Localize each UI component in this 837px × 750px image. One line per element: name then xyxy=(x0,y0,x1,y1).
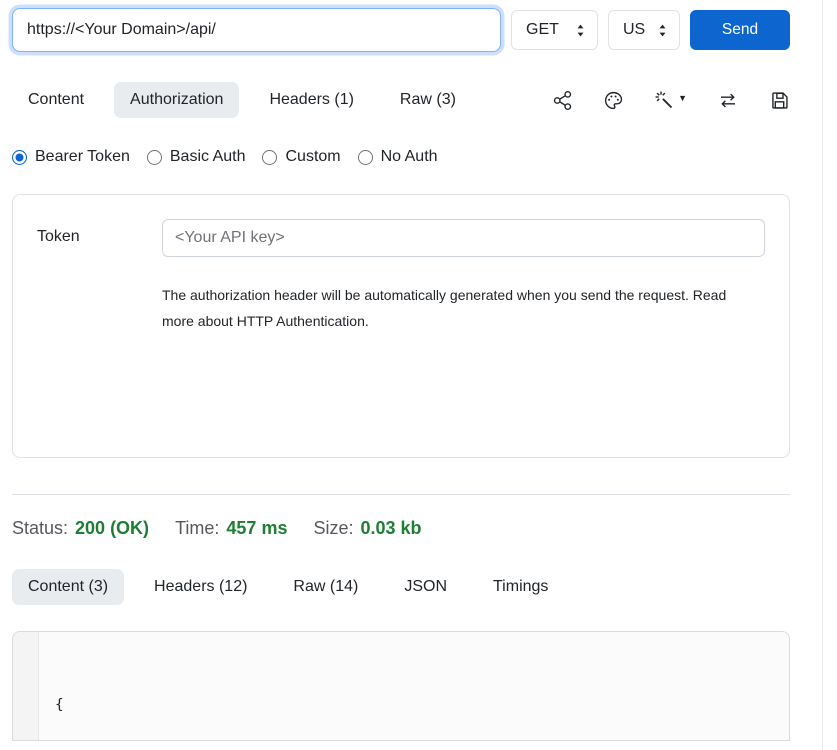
status-code: Status:200 (OK) xyxy=(12,518,149,539)
resp-tab-headers[interactable]: Headers (12) xyxy=(138,569,263,605)
api-client-page: GET US Send Content Authorization Header… xyxy=(0,0,823,750)
resp-tab-json[interactable]: JSON xyxy=(388,569,463,605)
tab-content[interactable]: Content xyxy=(12,82,100,118)
response-json: { "message": "API running." } xyxy=(39,632,789,740)
json-line: { xyxy=(55,693,773,718)
radio-dot xyxy=(147,150,162,165)
chevron-down-icon: ▼ xyxy=(678,93,687,103)
radio-dot xyxy=(12,150,27,165)
method-select-value: GET xyxy=(526,21,559,39)
radio-no-auth[interactable]: No Auth xyxy=(358,148,438,166)
token-input[interactable] xyxy=(162,219,765,257)
tab-raw[interactable]: Raw (3) xyxy=(384,82,472,118)
radio-dot xyxy=(358,150,373,165)
auth-help-text: The authorization header will be automat… xyxy=(162,283,762,335)
response-status-row: Status:200 (OK) Time:457 ms Size:0.03 kb xyxy=(12,518,790,539)
region-select[interactable]: US xyxy=(608,10,680,50)
token-label: Token xyxy=(37,219,162,433)
response-tabs: Content (3) Headers (12) Raw (14) JSON T… xyxy=(12,569,790,605)
updown-arrows-icon xyxy=(656,23,669,38)
updown-arrows-icon xyxy=(574,23,587,38)
method-select[interactable]: GET xyxy=(511,10,598,50)
auth-type-group: Bearer Token Basic Auth Custom No Auth xyxy=(12,148,790,166)
status-size: Size:0.03 kb xyxy=(313,518,421,539)
request-tabs: Content Authorization Headers (1) Raw (3… xyxy=(12,82,790,118)
save-icon[interactable] xyxy=(769,90,790,111)
swap-horizontal-icon[interactable] xyxy=(717,90,739,111)
authorization-panel: Token The authorization header will be a… xyxy=(12,194,790,458)
magic-wand-icon[interactable]: ▼ xyxy=(654,90,687,111)
section-divider xyxy=(12,494,790,495)
url-input[interactable] xyxy=(12,8,501,52)
status-time: Time:457 ms xyxy=(175,518,287,539)
code-gutter xyxy=(13,632,39,740)
radio-dot xyxy=(262,150,277,165)
tab-authorization[interactable]: Authorization xyxy=(114,82,239,118)
region-select-value: US xyxy=(623,21,645,39)
response-body-panel: { "message": "API running." } xyxy=(12,631,790,741)
toolbar: ▼ xyxy=(552,90,790,111)
resp-tab-raw[interactable]: Raw (14) xyxy=(277,569,374,605)
resp-tab-timings[interactable]: Timings xyxy=(477,569,564,605)
request-url-row: GET US Send xyxy=(12,8,790,52)
radio-basic-auth[interactable]: Basic Auth xyxy=(147,148,246,166)
radio-custom[interactable]: Custom xyxy=(262,148,340,166)
resp-tab-content[interactable]: Content (3) xyxy=(12,569,124,605)
tab-headers[interactable]: Headers (1) xyxy=(253,82,369,118)
share-icon[interactable] xyxy=(552,90,573,111)
send-button[interactable]: Send xyxy=(690,10,790,50)
palette-icon[interactable] xyxy=(603,90,624,111)
radio-bearer-token[interactable]: Bearer Token xyxy=(12,148,130,166)
